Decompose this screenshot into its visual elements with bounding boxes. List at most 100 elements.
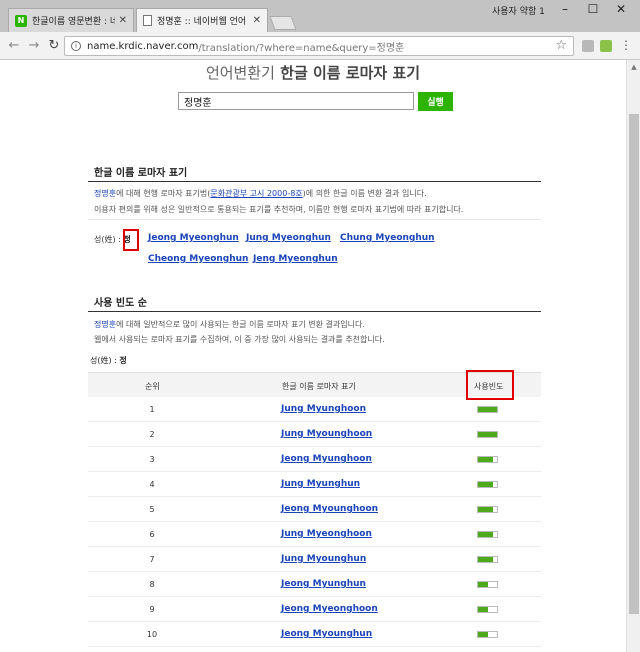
frequency-bar xyxy=(477,431,498,438)
rank-cell: 4 xyxy=(149,480,155,489)
scroll-up-icon[interactable]: ▲ xyxy=(627,60,640,74)
frequency-bar-fill xyxy=(478,507,494,512)
desc-text: 에 대해 일반적으로 많이 사용되는 한글 이름 로마자 표기 변환 결과입니다… xyxy=(116,320,365,329)
romanization-link[interactable]: Jeong Myunghun xyxy=(281,579,366,589)
tab-title: 한글이름 영문변환 : 네이 xyxy=(32,17,115,27)
frequency-bar xyxy=(477,531,498,538)
highlight-box-frequency xyxy=(466,370,514,400)
desc-text: 에 대해 현행 로마자 표기법( xyxy=(116,189,211,198)
table-row: 9 Jeong Myeonghoon xyxy=(88,597,541,622)
romanization-link[interactable]: Jung Myounghoon xyxy=(281,429,372,439)
table-row: 2 Jung Myounghoon xyxy=(88,422,541,447)
url-host: name.krdic.naver.com xyxy=(87,40,199,52)
menu-icon[interactable]: ⋮ xyxy=(620,38,632,52)
frequency-bar-fill xyxy=(478,632,489,637)
rank-cell: 8 xyxy=(149,580,155,589)
browser-tab-1[interactable]: N 한글이름 영문변환 : 네이 ✕ xyxy=(8,8,134,32)
browser-tab-2[interactable]: 정명훈 :: 네이버웹 언어 ✕ xyxy=(136,8,268,32)
romanization-link[interactable]: Jeong Myunghoon xyxy=(281,454,372,464)
run-button[interactable]: 실행 xyxy=(418,92,453,111)
romanization-link[interactable]: Jung Myeonghoon xyxy=(281,529,372,539)
frequency-bar-fill xyxy=(478,482,494,487)
url-path: /translation/?where=name&query=정명훈 xyxy=(198,42,405,54)
page-title-light: 언어변환기 xyxy=(205,64,275,82)
close-icon[interactable]: ✕ xyxy=(119,15,127,26)
vertical-scrollbar[interactable]: ▲ xyxy=(626,60,640,652)
section-title-frequency: 사용 빈도 순 xyxy=(94,298,147,309)
frequency-bar-fill xyxy=(478,607,489,612)
close-icon[interactable]: ✕ xyxy=(253,15,261,26)
frequency-bar xyxy=(477,556,498,563)
law-link[interactable]: 문화관광부 고시 2000-8호 xyxy=(210,189,302,198)
romanization-link[interactable]: Jung Myunghun xyxy=(281,479,360,489)
frequency-bar xyxy=(477,456,498,463)
table-row: 6 Jung Myeonghoon xyxy=(88,522,541,547)
scroll-thumb[interactable] xyxy=(629,114,639,614)
forward-arrow-icon[interactable]: → xyxy=(26,38,42,53)
surname-label-text: 성(姓) : xyxy=(90,356,120,365)
frequency-bar xyxy=(477,606,498,613)
surname-label-text: 성(姓) : xyxy=(94,235,124,244)
new-tab-button[interactable] xyxy=(269,16,297,30)
column-header-romanization: 한글 이름 로마자 표기 xyxy=(282,382,356,391)
back-arrow-icon[interactable]: ← xyxy=(6,38,22,53)
section-title-romanization: 한글 이름 로마자 표기 xyxy=(94,168,188,179)
rank-cell: 10 xyxy=(146,630,158,639)
window-close-icon[interactable]: ✕ xyxy=(608,2,634,16)
romanization-link[interactable]: Chung Myeonghun xyxy=(340,233,435,243)
address-bar[interactable]: i name.krdic.naver.com/translation/?wher… xyxy=(64,36,574,56)
romanization-link[interactable]: Cheong Myeonghun xyxy=(148,254,248,264)
query-name: 정명훈 xyxy=(94,189,117,198)
section-divider xyxy=(88,311,541,312)
frequency-bar xyxy=(477,506,498,513)
frequency-bar xyxy=(477,581,498,588)
bookmark-star-icon[interactable]: ☆ xyxy=(555,38,567,53)
query-name: 정명훈 xyxy=(94,320,117,329)
table-row: 10 Jeong Myounghun xyxy=(88,622,541,647)
romanization-link[interactable]: Jung Myounghun xyxy=(281,554,366,564)
extension-icon[interactable] xyxy=(600,40,612,52)
section1-note: 이용자 편의를 위해 성은 일반적으로 통용되는 표기를 추천하며, 이름만 현… xyxy=(94,205,464,214)
naver-icon: N xyxy=(15,14,27,27)
frequency-bar-fill xyxy=(478,582,489,587)
section-divider xyxy=(88,181,541,182)
rank-cell: 2 xyxy=(149,430,155,439)
info-icon[interactable]: i xyxy=(71,41,81,51)
profile-name[interactable]: 사용자 약함 1 xyxy=(492,4,545,17)
romanization-link[interactable]: Jeong Myounghun xyxy=(281,629,372,639)
rank-cell: 9 xyxy=(149,605,155,614)
romanization-link[interactable]: Jeong Myeonghun xyxy=(148,233,239,243)
table-row: 3 Jeong Myunghoon xyxy=(88,447,541,472)
table-surname-label: 성(姓) : 정 xyxy=(90,355,127,366)
name-search-input[interactable] xyxy=(178,92,414,110)
extension-icon[interactable] xyxy=(582,40,594,52)
table-row: 4 Jung Myunghun xyxy=(88,472,541,497)
romanization-link[interactable]: Jeong Myounghoon xyxy=(281,504,378,514)
romanization-link[interactable]: Jung Myunghoon xyxy=(281,404,366,414)
section1-description: 정명훈에 대해 현행 로마자 표기법(문화관광부 고시 2000-8호)에 의한… xyxy=(94,188,427,199)
page-title: 언어변환기 한글 이름 로마자 표기 xyxy=(0,62,626,83)
rank-cell: 7 xyxy=(149,555,155,564)
rank-cell: 6 xyxy=(149,530,155,539)
minimize-icon[interactable]: – xyxy=(552,2,578,16)
desc-text: )에 의한 한글 이름 변환 결과 입니다. xyxy=(302,189,427,198)
frequency-bar-fill xyxy=(478,557,494,562)
frequency-bar-fill xyxy=(478,532,494,537)
tab-title: 정명훈 :: 네이버웹 언어 xyxy=(157,17,247,27)
table-row: 8 Jeong Myunghun xyxy=(88,572,541,597)
frequency-bar-fill xyxy=(478,407,497,412)
column-header-rank: 순위 xyxy=(145,382,160,391)
frequency-bar-fill xyxy=(478,432,497,437)
rank-cell: 1 xyxy=(149,405,155,414)
rank-cell: 5 xyxy=(149,505,155,514)
maximize-icon[interactable]: ☐ xyxy=(580,2,606,16)
highlight-box-surname xyxy=(123,229,139,251)
romanization-link[interactable]: Jeng Myeonghun xyxy=(253,254,338,264)
browser-titlebar: N 한글이름 영문변환 : 네이 ✕ 정명훈 :: 네이버웹 언어 ✕ 사용자 … xyxy=(0,0,640,32)
romanization-link[interactable]: Jeong Myeonghoon xyxy=(281,604,378,614)
divider xyxy=(88,219,541,220)
section2-description: 정명훈에 대해 일반적으로 많이 사용되는 한글 이름 로마자 표기 변환 결과… xyxy=(94,319,365,330)
browser-toolbar: ← → ↻ i name.krdic.naver.com/translation… xyxy=(0,32,640,60)
reload-icon[interactable]: ↻ xyxy=(46,38,62,53)
romanization-link[interactable]: Jung Myeonghun xyxy=(246,233,331,243)
